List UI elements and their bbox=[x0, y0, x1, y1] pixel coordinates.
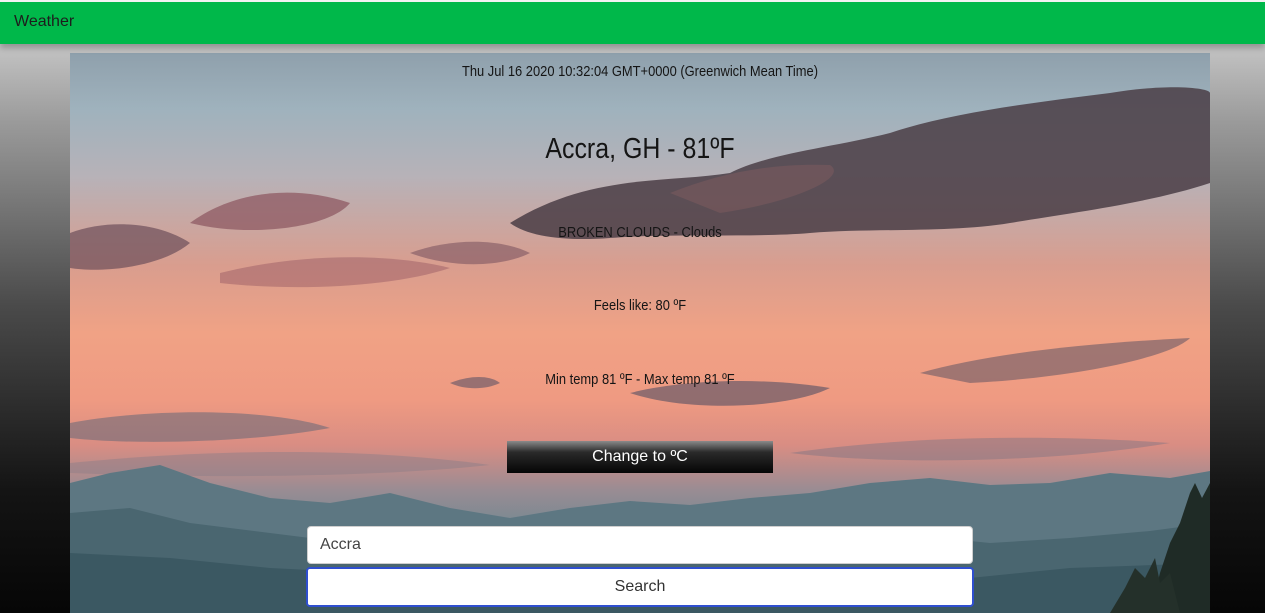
min-max-temp: Min temp 81 ºF - Max temp 81 ºF bbox=[545, 371, 735, 388]
weather-description: BROKEN CLOUDS - Clouds bbox=[558, 224, 722, 241]
navbar: Weather bbox=[0, 0, 1265, 44]
city-search-input[interactable] bbox=[307, 526, 973, 564]
city-temperature-heading: Accra, GH - 81ºF bbox=[545, 133, 735, 165]
navbar-brand[interactable]: Weather bbox=[14, 13, 74, 31]
current-datetime: Thu Jul 16 2020 10:32:04 GMT+0000 (Green… bbox=[461, 63, 819, 80]
search-button[interactable]: Search bbox=[306, 567, 974, 607]
feels-like-temp: Feels like: 80 ºF bbox=[593, 297, 687, 314]
change-unit-button[interactable]: Change to ºC bbox=[507, 441, 773, 473]
